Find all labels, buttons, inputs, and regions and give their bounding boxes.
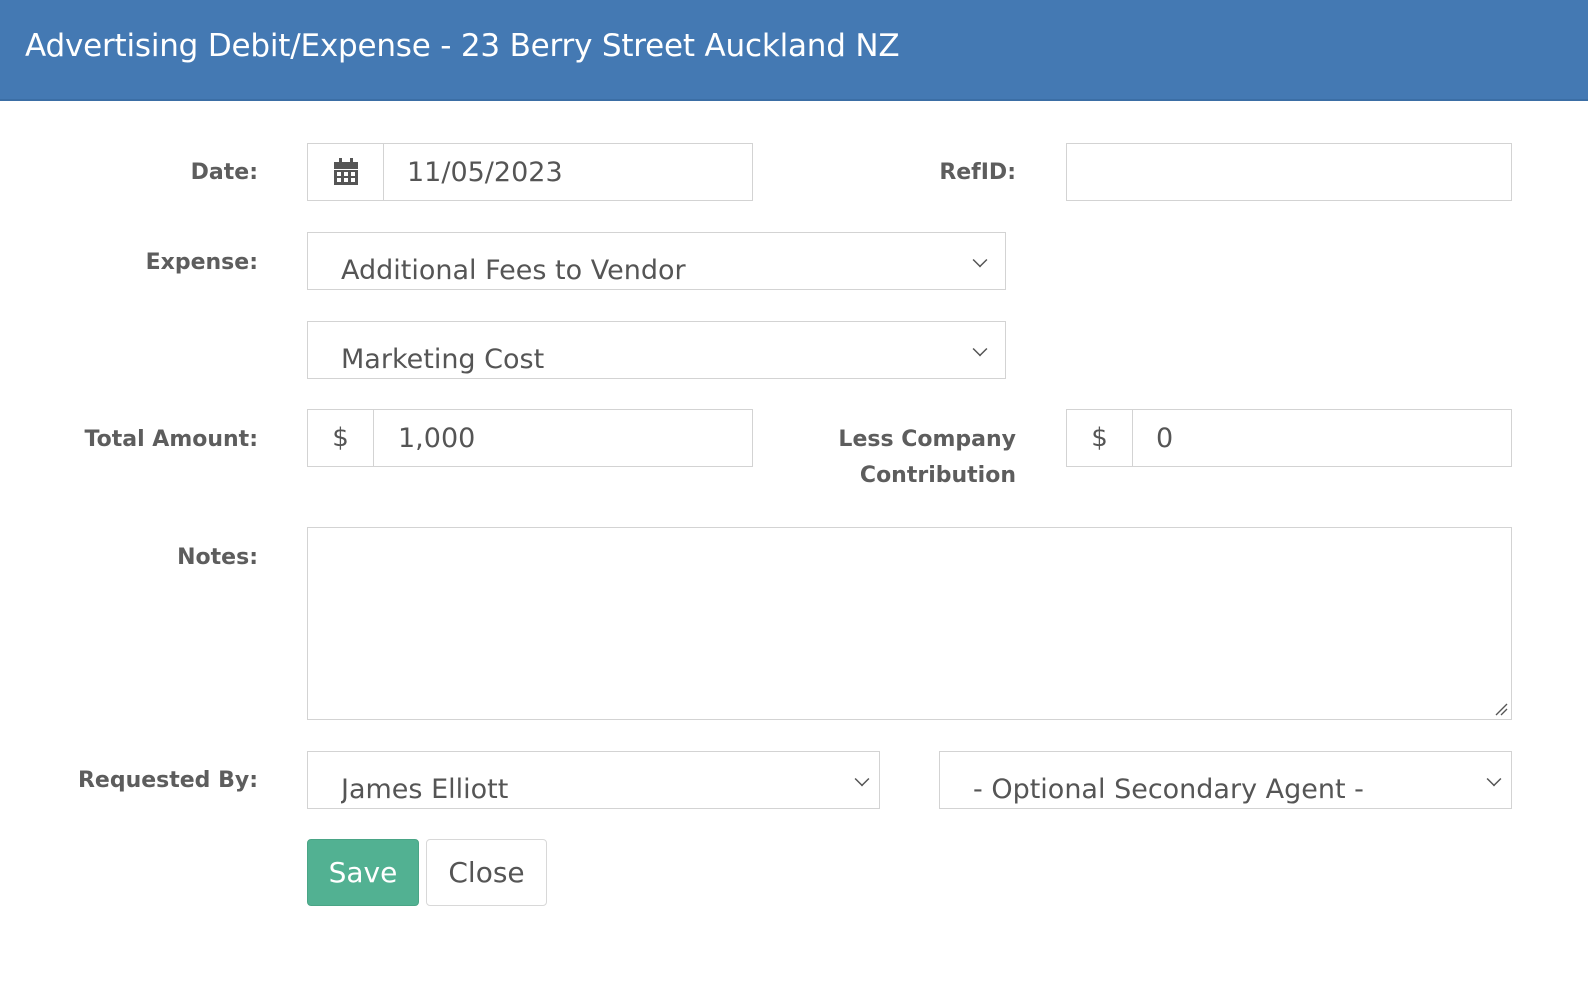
expense-type-value: Marketing Cost [341, 344, 545, 375]
notes-textarea[interactable] [307, 527, 1512, 720]
total-amount-input-group: $ 1,000 [307, 409, 753, 467]
date-input[interactable]: 11/05/2023 [407, 144, 563, 200]
total-amount-input[interactable]: 1,000 [398, 410, 475, 466]
secondary-agent-select[interactable]: - Optional Secondary Agent - [939, 751, 1512, 809]
close-button[interactable]: Close [426, 839, 547, 906]
modal-title: Advertising Debit/Expense - 23 Berry Str… [25, 28, 900, 64]
expense-category-select[interactable]: Additional Fees to Vendor [307, 232, 1006, 290]
calendar-icon [333, 158, 358, 185]
requested-by-label: Requested By: [77, 768, 258, 793]
secondary-agent-value: - Optional Secondary Agent - [973, 774, 1364, 805]
requested-by-value: James Elliott [341, 774, 509, 805]
expense-category-value: Additional Fees to Vendor [341, 255, 686, 286]
modal-header: Advertising Debit/Expense - 23 Berry Str… [0, 0, 1588, 101]
notes-label: Notes: [177, 545, 258, 570]
refid-input[interactable] [1066, 143, 1512, 201]
currency-symbol: $ [1067, 410, 1133, 466]
company-contribution-label: Less Company Contribution [838, 427, 1016, 488]
refid-label: RefID: [939, 160, 1016, 185]
chevron-down-icon [972, 252, 988, 268]
total-amount-label: Total Amount: [84, 427, 258, 452]
resize-handle-icon[interactable] [1494, 702, 1508, 716]
chevron-down-icon [1486, 771, 1502, 787]
chevron-down-icon [972, 341, 988, 357]
currency-symbol: $ [308, 410, 374, 466]
expense-label: Expense: [145, 250, 258, 275]
expense-type-select[interactable]: Marketing Cost [307, 321, 1006, 379]
date-label: Date: [190, 160, 258, 185]
chevron-down-icon [854, 771, 870, 787]
date-input-group: 11/05/2023 [307, 143, 753, 201]
company-contribution-input-group: $ 0 [1066, 409, 1512, 467]
requested-by-select[interactable]: James Elliott [307, 751, 880, 809]
calendar-button[interactable] [308, 144, 384, 200]
company-contribution-input[interactable]: 0 [1156, 410, 1173, 466]
save-button[interactable]: Save [307, 839, 419, 906]
